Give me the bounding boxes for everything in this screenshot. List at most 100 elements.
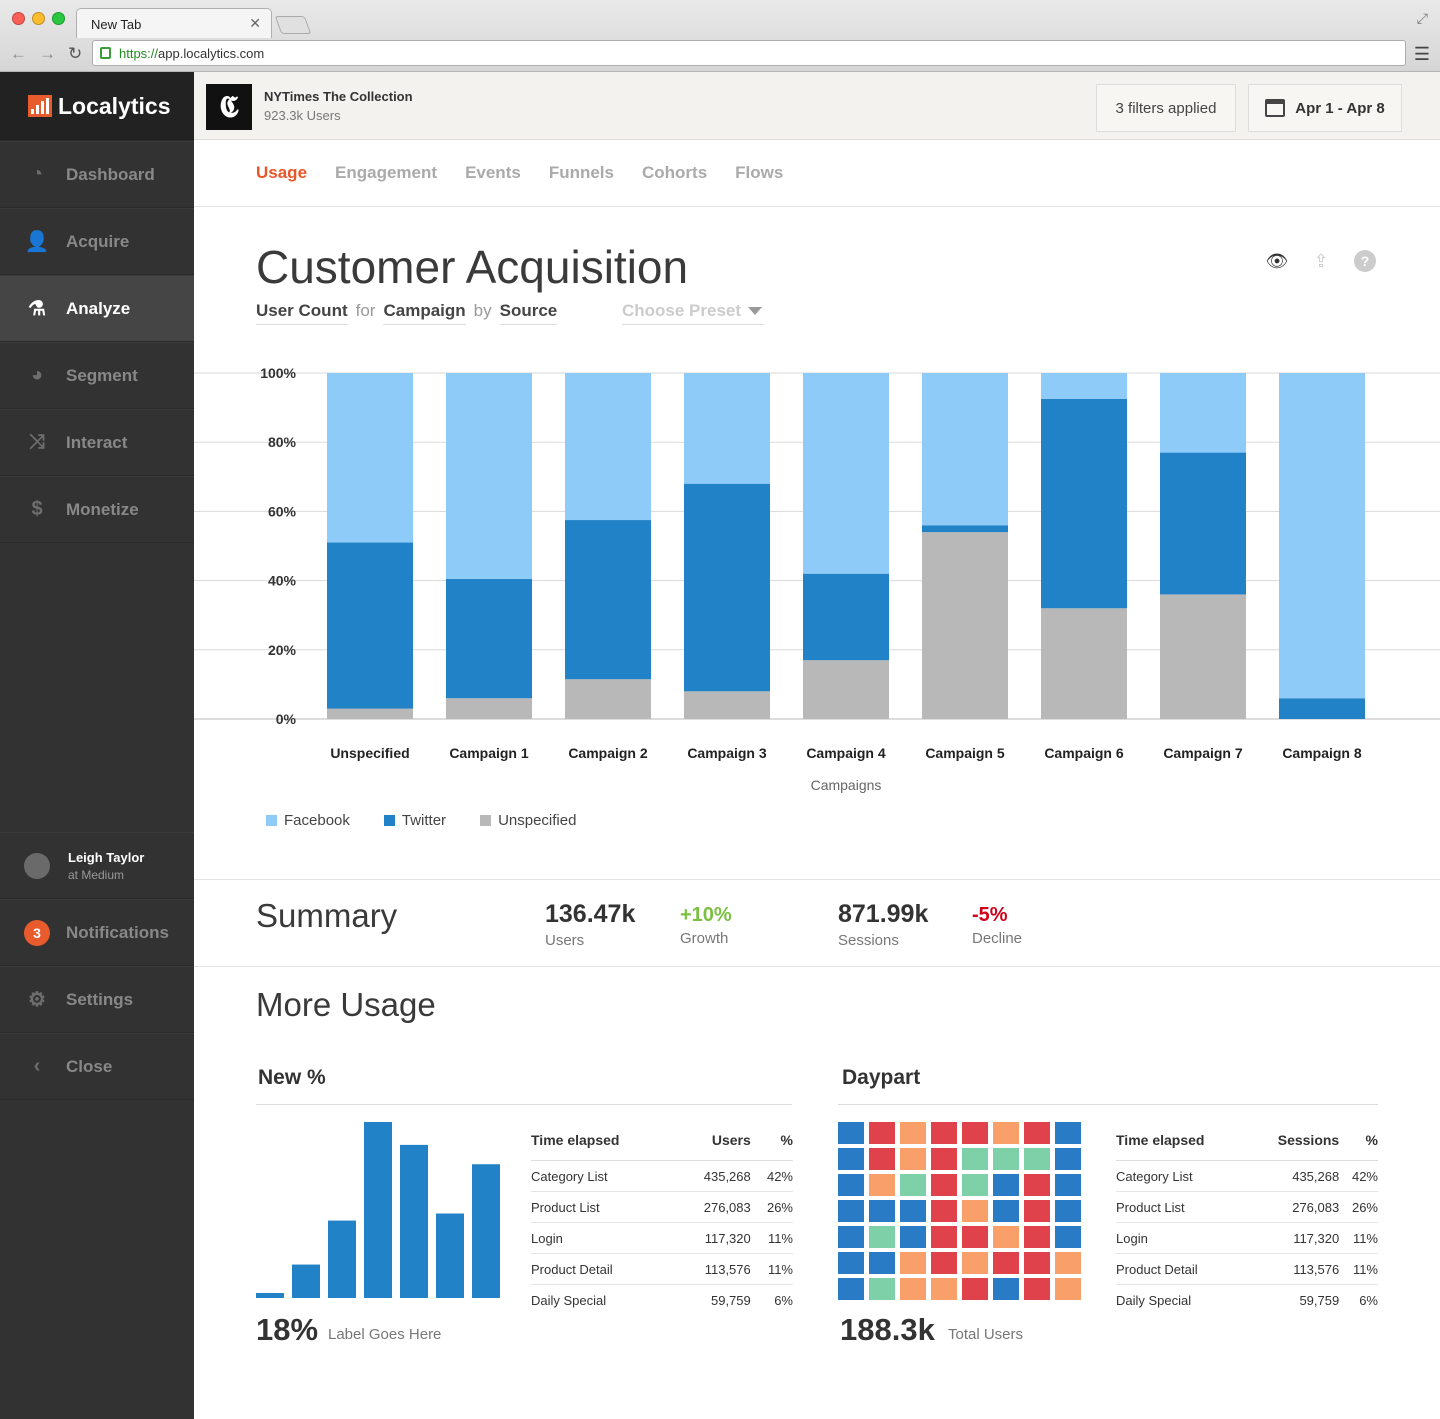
app-logo[interactable]: 𝕮 — [206, 84, 252, 130]
bar-segment-twitter[interactable] — [684, 483, 770, 692]
daypart-cell[interactable] — [993, 1226, 1019, 1248]
filters-button[interactable]: 3 filters applied — [1096, 84, 1236, 132]
help-icon[interactable]: ? — [1354, 250, 1376, 272]
bar-segment-twitter[interactable] — [1279, 698, 1365, 719]
daypart-cell[interactable] — [993, 1174, 1019, 1196]
daypart-cell[interactable] — [900, 1226, 926, 1248]
address-bar[interactable]: https://app.localytics.com — [92, 40, 1406, 66]
daypart-cell[interactable] — [869, 1226, 895, 1248]
sidebar-item-settings[interactable]: ⚙ Settings — [0, 966, 194, 1033]
bar-segment-unspecified[interactable] — [1160, 594, 1246, 719]
sidebar-item-interact[interactable]: ⤨ Interact — [0, 409, 194, 476]
breakdown-select[interactable]: Source — [499, 301, 558, 325]
daypart-cell[interactable] — [993, 1252, 1019, 1274]
user-profile[interactable]: Leigh Taylor at Medium — [0, 832, 194, 899]
daypart-cell[interactable] — [838, 1278, 864, 1300]
daypart-cell[interactable] — [993, 1200, 1019, 1222]
bar-segment-facebook[interactable] — [803, 373, 889, 574]
daypart-cell[interactable] — [1024, 1226, 1050, 1248]
column-header[interactable]: % — [1339, 1132, 1378, 1161]
bar-segment-facebook[interactable] — [1160, 373, 1246, 453]
column-header[interactable]: Sessions — [1247, 1132, 1340, 1161]
browser-tab[interactable]: New Tab ✕ — [76, 8, 272, 38]
sidebar-item-monetize[interactable]: $ Monetize — [0, 476, 194, 543]
daypart-cell[interactable] — [1055, 1200, 1081, 1222]
bar-segment-facebook[interactable] — [446, 373, 532, 579]
daypart-cell[interactable] — [1024, 1122, 1050, 1144]
table-row[interactable]: Product List 276,083 26% — [1116, 1191, 1378, 1223]
daypart-cell[interactable] — [1055, 1252, 1081, 1274]
preset-dropdown[interactable]: Choose Preset — [622, 301, 764, 325]
daypart-cell[interactable] — [1024, 1148, 1050, 1170]
legend-item[interactable]: Facebook — [266, 812, 350, 829]
reload-icon[interactable]: ↻ — [68, 44, 82, 64]
daypart-cell[interactable] — [838, 1122, 864, 1144]
bar-segment-facebook[interactable] — [327, 373, 413, 543]
daypart-cell[interactable] — [931, 1226, 957, 1248]
daypart-cell[interactable] — [931, 1252, 957, 1274]
daypart-cell[interactable] — [993, 1278, 1019, 1300]
bar-segment-unspecified[interactable] — [684, 691, 770, 719]
tab-funnels[interactable]: Funnels — [549, 163, 614, 183]
daypart-cell[interactable] — [869, 1200, 895, 1222]
daypart-cell[interactable] — [962, 1226, 988, 1248]
table-row[interactable]: Product List 276,083 26% — [531, 1191, 793, 1223]
daypart-cell[interactable] — [962, 1148, 988, 1170]
daypart-cell[interactable] — [1024, 1278, 1050, 1300]
daypart-cell[interactable] — [869, 1122, 895, 1144]
metric-select[interactable]: User Count — [256, 301, 348, 325]
daypart-cell[interactable] — [1055, 1226, 1081, 1248]
daypart-cell[interactable] — [931, 1278, 957, 1300]
daypart-cell[interactable] — [838, 1200, 864, 1222]
daypart-cell[interactable] — [1024, 1252, 1050, 1274]
new-bar[interactable] — [436, 1213, 464, 1298]
back-icon[interactable]: ← — [10, 44, 27, 64]
new-bar[interactable] — [400, 1144, 428, 1298]
table-row[interactable]: Login 117,320 11% — [1116, 1222, 1378, 1254]
daypart-cell[interactable] — [993, 1148, 1019, 1170]
daypart-cell[interactable] — [1024, 1200, 1050, 1222]
table-row[interactable]: Product Detail 113,576 11% — [1116, 1253, 1378, 1285]
daypart-cell[interactable] — [1055, 1148, 1081, 1170]
bar-segment-unspecified[interactable] — [446, 698, 532, 719]
bar-segment-facebook[interactable] — [684, 373, 770, 484]
column-header[interactable]: Users — [674, 1132, 751, 1161]
new-bar[interactable] — [292, 1264, 320, 1298]
new-bar[interactable] — [328, 1220, 356, 1298]
tab-usage[interactable]: Usage — [256, 163, 307, 183]
daypart-cell[interactable] — [900, 1278, 926, 1300]
bar-segment-twitter[interactable] — [1160, 452, 1246, 595]
bar-segment-twitter[interactable] — [446, 578, 532, 699]
daypart-cell[interactable] — [962, 1122, 988, 1144]
new-tab-button[interactable] — [274, 16, 312, 34]
new-bar[interactable] — [472, 1164, 500, 1298]
app-name[interactable]: NYTimes The Collection — [264, 89, 413, 104]
tab-cohorts[interactable]: Cohorts — [642, 163, 707, 183]
daypart-cell[interactable] — [869, 1278, 895, 1300]
forward-icon[interactable]: → — [39, 44, 56, 64]
daypart-cell[interactable] — [1024, 1174, 1050, 1196]
bar-segment-twitter[interactable] — [327, 542, 413, 709]
sidebar-item-dashboard[interactable]: ◔ Dashboard — [0, 141, 194, 208]
column-header[interactable]: Time elapsed — [1116, 1132, 1248, 1161]
sidebar-item-segment[interactable]: ◕ Segment — [0, 342, 194, 409]
close-window-button[interactable] — [12, 12, 25, 25]
column-header[interactable]: Time elapsed — [531, 1132, 675, 1161]
bar-segment-facebook[interactable] — [922, 373, 1008, 526]
bar-segment-unspecified[interactable] — [922, 532, 1008, 719]
tab-engagement[interactable]: Engagement — [335, 163, 437, 183]
minimize-window-button[interactable] — [32, 12, 45, 25]
bar-segment-twitter[interactable] — [565, 520, 651, 680]
daypart-cell[interactable] — [993, 1122, 1019, 1144]
daypart-cell[interactable] — [1055, 1278, 1081, 1300]
daypart-cell[interactable] — [931, 1148, 957, 1170]
tab-events[interactable]: Events — [465, 163, 521, 183]
fullscreen-icon[interactable]: ⤢ — [1417, 10, 1428, 27]
browser-menu-icon[interactable]: ☰ — [1414, 44, 1430, 65]
bar-segment-facebook[interactable] — [1279, 373, 1365, 699]
daypart-cell[interactable] — [869, 1174, 895, 1196]
daypart-cell[interactable] — [869, 1148, 895, 1170]
daypart-cell[interactable] — [900, 1122, 926, 1144]
daypart-cell[interactable] — [900, 1200, 926, 1222]
daypart-cell[interactable] — [900, 1252, 926, 1274]
